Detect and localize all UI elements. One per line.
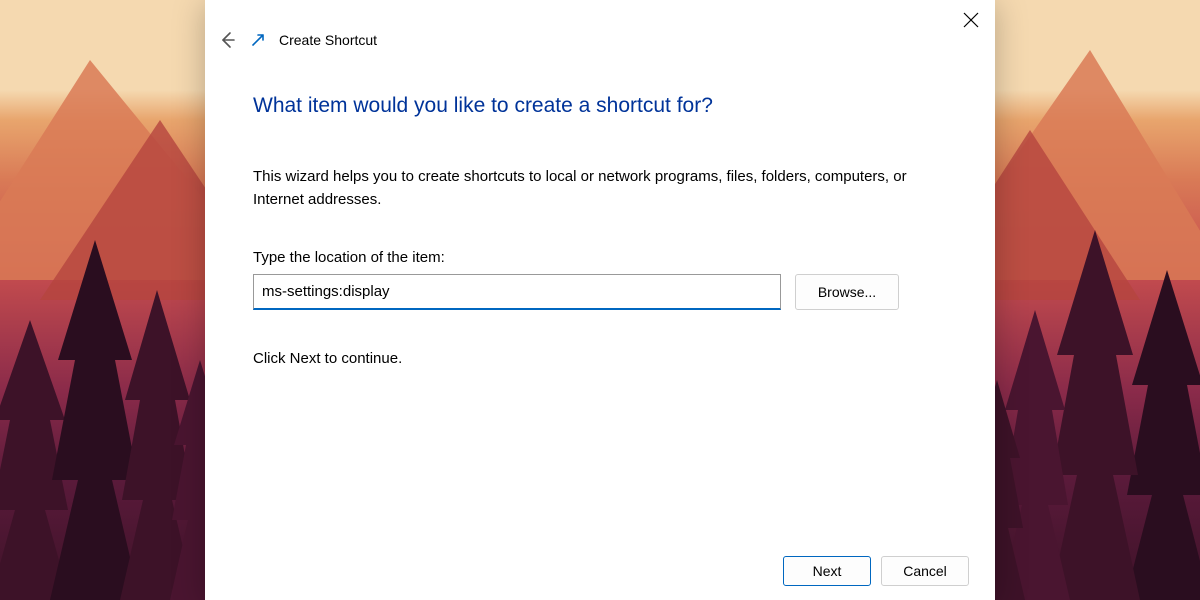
dialog-title: Create Shortcut bbox=[279, 32, 377, 48]
dialog-content: What item would you like to create a sho… bbox=[253, 94, 947, 367]
location-input[interactable] bbox=[253, 274, 781, 310]
back-arrow-icon[interactable] bbox=[217, 30, 237, 50]
continue-hint: Click Next to continue. bbox=[253, 350, 947, 367]
location-label: Type the location of the item: bbox=[253, 249, 947, 266]
next-button[interactable]: Next bbox=[783, 556, 871, 586]
wizard-description: This wizard helps you to create shortcut… bbox=[253, 166, 947, 211]
dialog-footer: Next Cancel bbox=[783, 556, 969, 586]
titlebar bbox=[963, 0, 995, 40]
cancel-button[interactable]: Cancel bbox=[881, 556, 969, 586]
close-icon[interactable] bbox=[963, 12, 979, 28]
main-heading: What item would you like to create a sho… bbox=[253, 94, 947, 118]
shortcut-icon bbox=[251, 33, 265, 47]
dialog-header: Create Shortcut bbox=[217, 30, 377, 50]
browse-button[interactable]: Browse... bbox=[795, 274, 899, 310]
location-row: Browse... bbox=[253, 274, 947, 310]
create-shortcut-dialog: Create Shortcut What item would you like… bbox=[205, 0, 995, 600]
